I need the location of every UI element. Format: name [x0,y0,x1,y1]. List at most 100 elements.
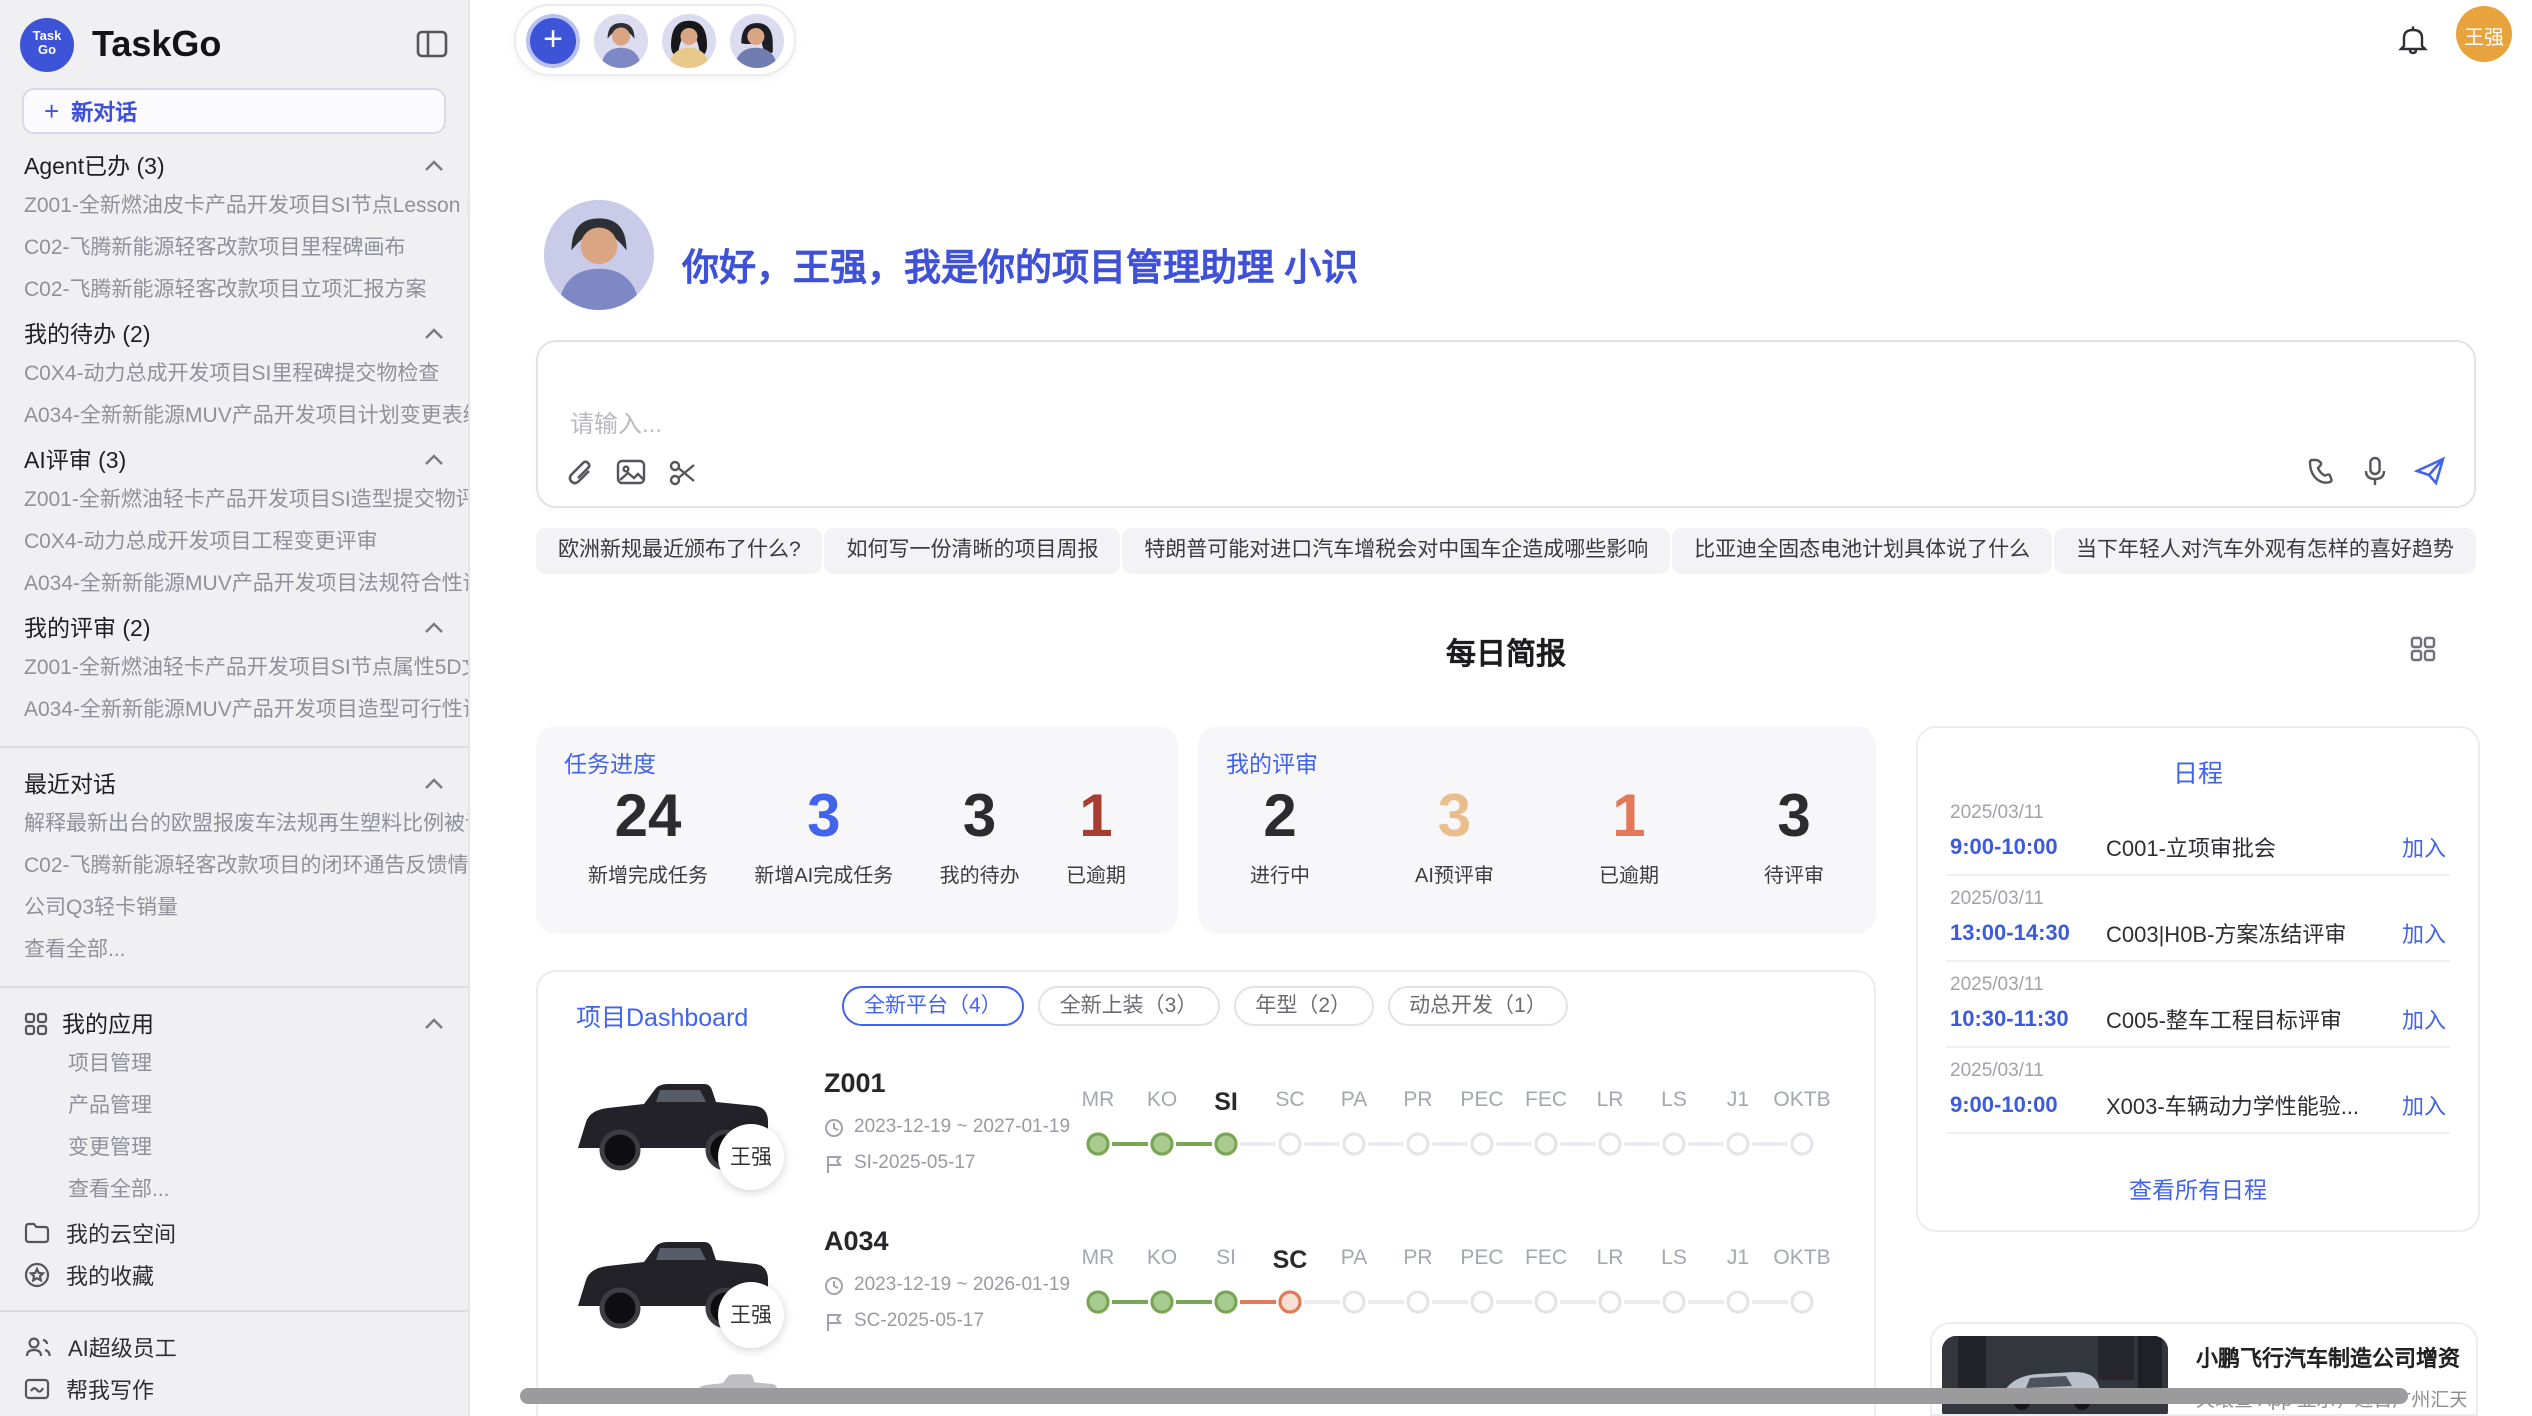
section-my-review[interactable]: 我的评审 (2) [0,606,468,648]
project-owner-badge: 王强 [718,1282,784,1348]
milestone-track: MRKOSISCPAPRPECFECLRLSJ1OKTB [1066,1056,1830,1182]
divider [0,1310,468,1312]
news-image [1942,1336,2168,1416]
send-icon[interactable] [2414,456,2446,486]
svg-text:J1: J1 [1727,1088,1749,1111]
chat-input-box[interactable]: 请输入... [536,340,2476,508]
sidebar-task-item[interactable]: Z001-全新燃油轻卡产品开发项目SI节点属性5D文件评审 [0,648,468,690]
chevron-up-icon[interactable] [424,771,444,795]
sidebar-item-help-write[interactable]: 帮我写作 [0,1368,468,1410]
schedule-event: 2025/03/119:00-10:00C001-立项审批会加入 [1946,790,2450,876]
join-link[interactable]: 加入 [2402,1004,2446,1036]
chevron-up-icon[interactable] [424,447,444,471]
suggestion-chip[interactable]: 欧洲新规最近颁布了什么? [536,528,823,574]
event-title: C001-立项审批会 [2106,832,2402,864]
recent-chat-item[interactable]: 查看全部... [0,930,468,972]
svg-text:SI: SI [1216,1246,1236,1269]
section-my-todo[interactable]: 我的待办 (2) [0,312,468,354]
section-my-apps[interactable]: 我的应用 [0,1002,468,1044]
sidebar-task-item[interactable]: A034-全新新能源MUV产品开发项目造型可行性评审 [0,690,468,732]
scissors-icon[interactable] [668,458,698,488]
recent-chat-item[interactable]: 公司Q3轻卡销量 [0,888,468,930]
sidebar-task-item[interactable]: C0X4-动力总成开发项目工程变更评审 [0,522,468,564]
section-recent-chats[interactable]: 最近对话 [0,762,468,804]
sidebar-task-item[interactable]: C02-飞腾新能源轻客改款项目里程碑画布 [0,228,468,270]
paperclip-icon[interactable] [566,458,594,488]
input-toolbar-right [2306,456,2446,488]
image-icon[interactable] [616,458,646,486]
svg-text:KO: KO [1147,1246,1177,1269]
sidebar-item-favorites[interactable]: 我的收藏 [0,1254,468,1296]
tab-model-year[interactable]: 年型（2） [1233,986,1373,1026]
sidebar-task-item[interactable]: Z001-全新燃油轻卡产品开发项目SI造型提交物评审 [0,480,468,522]
stat-overdue: 1已逾期 [1066,784,1126,888]
svg-text:PA: PA [1341,1088,1367,1111]
horizontal-scrollbar[interactable] [520,1388,2408,1404]
card-title: 任务进度 [564,748,1150,780]
suggestion-chip[interactable]: 如何写一份清晰的项目周报 [825,528,1121,574]
view-all-schedule-link[interactable]: 查看所有日程 [1946,1162,2450,1210]
sidebar-task-item[interactable]: C0X4-动力总成开发项目SI里程碑提交物检查 [0,354,468,396]
suggestion-chip[interactable]: 当下年轻人对汽车外观有怎样的喜好趋势 [2054,528,2476,574]
logo-text-top: Task [33,30,62,44]
folder-icon [24,1222,50,1244]
app-sub-item[interactable]: 查看全部... [0,1170,468,1212]
stat-new-ai-done: 3新增AI完成任务 [754,784,893,888]
stat-my-todo: 3我的待办 [940,784,1020,888]
app-sub-item[interactable]: 变更管理 [0,1128,468,1170]
svg-text:LS: LS [1661,1088,1687,1111]
schedule-event: 2025/03/1113:00-14:30C003|H0B-方案冻结评审加入 [1946,876,2450,962]
event-title: C003|H0B-方案冻结评审 [2106,918,2402,950]
svg-text:OKTB: OKTB [1773,1246,1830,1269]
layout-grid-icon[interactable] [2410,636,2436,672]
suggestion-chip[interactable]: 比亚迪全固态电池计划具体说了什么 [1672,528,2052,574]
chevron-up-icon[interactable] [424,615,444,639]
tab-new-body[interactable]: 全新上装（3） [1038,986,1220,1026]
join-link[interactable]: 加入 [2402,1090,2446,1122]
sidebar-item-cloud-space[interactable]: 我的云空间 [0,1212,468,1254]
section-agent-done[interactable]: Agent已办 (3) [0,144,468,186]
user-avatar[interactable]: 王强 [2456,6,2512,62]
sidebar: Task Go TaskGo + 新对话 Agent已办 (3) Z001-全新… [0,0,470,1416]
recent-chat-item[interactable]: 解释最新出台的欧盟报废车法规再生塑料比例被调至15%... [0,804,468,846]
add-agent-button[interactable]: + [526,13,580,67]
svg-text:J1: J1 [1727,1246,1749,1269]
project-row[interactable]: 王强 A034 2023-12-19 ~ 2026-01-19 SC-2025-… [570,1226,1846,1378]
chevron-up-icon[interactable] [424,1011,444,1035]
microphone-icon[interactable] [2362,456,2388,488]
join-link[interactable]: 加入 [2402,832,2446,864]
stat-in-progress: 2进行中 [1250,784,1310,888]
suggestion-chip[interactable]: 特朗普可能对进口汽车增税会对中国车企造成哪些影响 [1122,528,1670,574]
project-row[interactable]: 王强 Z001 2023-12-19 ~ 2027-01-19 SI-2025-… [570,1068,1846,1220]
stat-new-done: 24新增完成任务 [588,784,708,888]
app-sub-item[interactable]: 项目管理 [0,1044,468,1086]
join-link[interactable]: 加入 [2402,918,2446,950]
agent-avatar[interactable] [594,13,648,67]
section-ai-review[interactable]: AI评审 (3) [0,438,468,480]
schedule-card: 日程 2025/03/119:00-10:00C001-立项审批会加入2025/… [1916,726,2480,1232]
notifications-bell-icon[interactable] [2398,24,2428,66]
sidebar-task-item[interactable]: A034-全新新能源MUV产品开发项目法规符合性评审 [0,564,468,606]
agent-avatar[interactable] [662,13,716,67]
recent-chat-item[interactable]: C02-飞腾新能源轻客改款项目的闭环通告反馈情况 [0,846,468,888]
new-chat-button[interactable]: + 新对话 [22,88,446,134]
tab-new-platform[interactable]: 全新平台（4） [842,986,1024,1026]
milestone-track: MRKOSISCPAPRPECFECLRLSJ1OKTB [1066,1214,1830,1340]
event-title: X003-车辆动力学性能验... [2106,1090,2402,1122]
sidebar-item-ai-super-staff[interactable]: AI超级员工 [0,1326,468,1368]
app-sub-item[interactable]: 产品管理 [0,1086,468,1128]
sidebar-task-item[interactable]: Z001-全新燃油皮卡产品开发项目SI节点Lesson Learn报告 [0,186,468,228]
app-title: TaskGo [92,23,416,65]
app-logo: Task Go [20,17,74,71]
sidebar-task-item[interactable]: A034-全新新能源MUV产品开发项目计划变更表编写 [0,396,468,438]
chevron-up-icon[interactable] [424,321,444,345]
sidebar-collapse-icon[interactable] [416,30,448,58]
sidebar-item-creative-draw[interactable]: 创意制图 [0,1410,468,1416]
task-progress-card: 任务进度 24新增完成任务 3新增AI完成任务 3我的待办 1已逾期 [536,726,1178,934]
tab-powertrain[interactable]: 动总开发（1） [1387,986,1569,1026]
phone-icon[interactable] [2306,456,2336,486]
chevron-up-icon[interactable] [424,153,444,177]
sidebar-task-item[interactable]: C02-飞腾新能源轻客改款项目立项汇报方案 [0,270,468,312]
clock-icon [824,1275,844,1295]
agent-avatar[interactable] [730,13,784,67]
